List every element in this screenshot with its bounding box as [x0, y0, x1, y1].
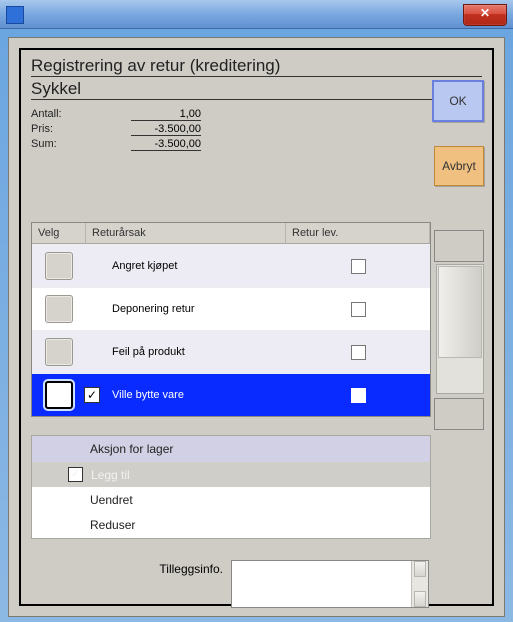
stock-action-box: Aksjon for lager ✓ Legg til Uendret Redu…	[31, 435, 431, 539]
app-icon	[6, 6, 24, 24]
summary-block: Antall: 1,00 Pris: -3.500,00 Sum: -3.500…	[31, 108, 231, 151]
row-delivery-checkbox[interactable]	[351, 259, 366, 274]
client-area: Registrering av retur (kreditering) Sykk…	[8, 37, 505, 617]
sum-label: Sum:	[31, 138, 131, 151]
stock-action-checkbox[interactable]: ✓	[68, 467, 83, 482]
row-reason: Feil på produkt	[86, 346, 286, 358]
grid-header: Velg Returårsak Retur lev.	[32, 223, 430, 244]
grid-header-delivery: Retur lev.	[286, 223, 430, 243]
scrollbar-thumb[interactable]	[438, 266, 482, 358]
stock-action-option[interactable]: ✓ Legg til	[32, 462, 430, 488]
reason-grid: Velg Returårsak Retur lev. Angret kjøpet…	[31, 222, 431, 417]
dialog-frame: Registrering av retur (kreditering) Sykk…	[19, 48, 494, 606]
qty-label: Antall:	[31, 108, 131, 121]
stock-action-header: Aksjon for lager	[32, 436, 430, 462]
cancel-button-label: Avbryt	[442, 159, 476, 173]
row-select-button[interactable]	[45, 295, 73, 323]
side-scrollbar[interactable]	[436, 264, 484, 394]
stock-action-option[interactable]: Reduser	[32, 513, 430, 538]
stock-action-option[interactable]: Uendret	[32, 488, 430, 513]
stock-action-label: Uendret	[90, 493, 133, 507]
grid-header-reason: Returårsak	[86, 223, 286, 243]
ok-button-label: OK	[449, 94, 466, 108]
side-button-2[interactable]	[434, 398, 484, 430]
grid-row[interactable]: Angret kjøpet	[32, 244, 430, 287]
stock-action-label: Reduser	[90, 518, 135, 532]
row-delivery-checkbox[interactable]	[351, 388, 366, 403]
row-select-button[interactable]	[45, 381, 73, 409]
window-titlebar: ✕	[0, 0, 513, 29]
extra-info-row: Tilleggsinfo.	[31, 560, 429, 608]
extra-info-label: Tilleggsinfo.	[31, 560, 231, 576]
grid-row[interactable]: Deponering retur	[32, 287, 430, 330]
dialog-title: Registrering av retur (kreditering)	[31, 56, 482, 77]
textarea-scrollbar[interactable]	[411, 561, 428, 607]
row-reason: Angret kjøpet	[86, 260, 286, 272]
row-reason: Ville bytte vare	[86, 389, 286, 401]
dialog-subtitle: Sykkel	[31, 79, 482, 100]
row-checked-indicator[interactable]: ✓	[84, 387, 100, 403]
extra-info-textarea[interactable]	[231, 560, 429, 608]
close-icon: ✕	[480, 6, 490, 20]
side-button-1[interactable]	[434, 230, 484, 262]
stock-action-label: Legg til	[91, 468, 130, 482]
grid-row[interactable]: Feil på produkt	[32, 330, 430, 373]
price-label: Pris:	[31, 123, 131, 136]
cancel-button[interactable]: Avbryt	[434, 146, 484, 186]
sum-value: -3.500,00	[131, 138, 201, 151]
row-select-button[interactable]	[45, 252, 73, 280]
price-value: -3.500,00	[131, 123, 201, 136]
ok-button[interactable]: OK	[432, 80, 484, 122]
row-select-button[interactable]	[45, 338, 73, 366]
grid-header-select: Velg	[32, 223, 86, 243]
row-delivery-checkbox[interactable]	[351, 345, 366, 360]
row-reason: Deponering retur	[86, 303, 286, 315]
qty-value: 1,00	[131, 108, 201, 121]
grid-row-selected[interactable]: ✓ Ville bytte vare	[32, 373, 430, 416]
close-button[interactable]: ✕	[463, 4, 507, 26]
row-delivery-checkbox[interactable]	[351, 302, 366, 317]
